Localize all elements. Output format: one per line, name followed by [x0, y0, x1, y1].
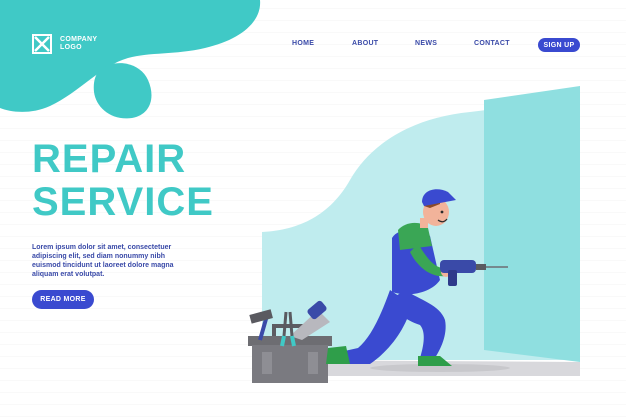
repairman-illustration: [248, 86, 580, 383]
wall-corner: [484, 86, 580, 362]
